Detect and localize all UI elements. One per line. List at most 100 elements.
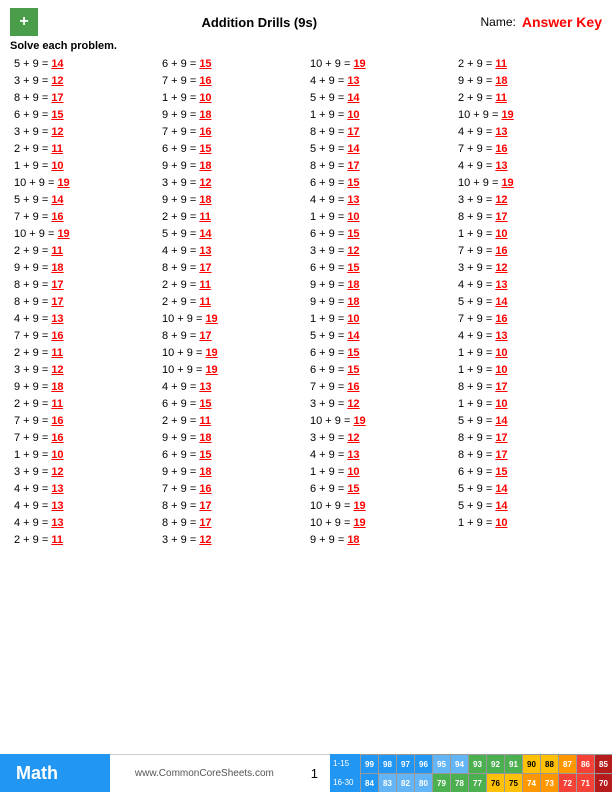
problem-answer: 10 [495,228,507,240]
problem-answer: 15 [199,58,211,70]
problem-item: 3 + 9 = 12 [454,260,602,276]
problem-item: 3 + 9 = 12 [454,192,602,208]
problem-answer: 13 [495,279,507,291]
problem-answer: 13 [495,126,507,138]
problem-answer: 10 [51,449,63,461]
page: + Addition Drills (9s) Name: Answer Key … [0,0,612,792]
score-range-label: 1-15 [330,754,360,773]
logo: + [10,8,38,36]
problem-item: 7 + 9 = 16 [306,379,454,395]
problem-answer: 12 [495,194,507,206]
problem-answer: 13 [347,449,359,461]
problem-item: 6 + 9 = 15 [306,481,454,497]
footer: Math www.CommonCoreSheets.com 1 1-159998… [0,754,612,792]
problem-item: 8 + 9 = 17 [454,430,602,446]
problem-item: 8 + 9 = 17 [158,328,306,344]
problem-answer: 19 [57,228,69,240]
problem-answer: 12 [199,534,211,546]
logo-symbol: + [19,13,28,31]
problem-item: 6 + 9 = 15 [10,107,158,123]
problem-answer: 10 [347,211,359,223]
problem-answer: 13 [51,483,63,495]
problem-item: 8 + 9 = 17 [454,379,602,395]
problem-item: 2 + 9 = 11 [158,209,306,225]
problem-answer: 17 [495,211,507,223]
problem-answer: 12 [347,245,359,257]
problem-item: 7 + 9 = 16 [454,311,602,327]
problem-answer: 14 [347,330,359,342]
problem-item: 4 + 9 = 13 [158,379,306,395]
problem-answer: 10 [495,347,507,359]
problem-answer: 13 [51,313,63,325]
problem-answer: 12 [51,126,63,138]
problem-item: 5 + 9 = 14 [158,226,306,242]
problem-item: 3 + 9 = 12 [158,175,306,191]
score-cell: 72 [558,773,576,792]
problem-answer: 16 [199,126,211,138]
problem-answer: 13 [495,330,507,342]
problem-item: 10 + 9 = 19 [158,362,306,378]
problem-answer: 16 [51,432,63,444]
score-cell: 83 [378,773,396,792]
problem-item: 8 + 9 = 17 [306,124,454,140]
problem-item: 6 + 9 = 15 [454,464,602,480]
problem-item: 6 + 9 = 15 [306,362,454,378]
problem-answer: 10 [51,160,63,172]
problem-answer: 17 [199,330,211,342]
problem-item: 6 + 9 = 15 [306,345,454,361]
problem-answer: 15 [347,228,359,240]
problem-item: 5 + 9 = 14 [10,192,158,208]
problem-answer: 15 [199,398,211,410]
problem-answer: 19 [353,415,365,427]
problem-item: 4 + 9 = 13 [306,73,454,89]
problem-item: 9 + 9 = 18 [10,260,158,276]
problem-answer: 14 [51,194,63,206]
problem-answer: 18 [495,75,507,87]
problem-item: 7 + 9 = 16 [158,124,306,140]
problem-item: 9 + 9 = 18 [158,192,306,208]
problem-item: 7 + 9 = 16 [158,481,306,497]
problem-answer: 17 [495,449,507,461]
problem-answer: 16 [495,245,507,257]
problem-item: 1 + 9 = 10 [158,90,306,106]
problem-answer: 12 [51,364,63,376]
problem-item: 6 + 9 = 15 [158,56,306,72]
problem-item: 5 + 9 = 14 [454,294,602,310]
score-cell: 87 [558,754,576,773]
problem-answer: 14 [347,143,359,155]
problem-item: 10 + 9 = 19 [158,345,306,361]
problem-answer: 17 [199,262,211,274]
problem-answer: 10 [495,364,507,376]
problem-answer: 18 [347,296,359,308]
problem-item: 6 + 9 = 15 [306,226,454,242]
problem-answer: 11 [51,347,63,359]
problem-item: 9 + 9 = 18 [10,379,158,395]
problem-item: 8 + 9 = 17 [158,260,306,276]
score-cell: 70 [594,773,612,792]
problem-answer: 12 [347,398,359,410]
score-cell: 96 [414,754,432,773]
problem-answer: 16 [495,143,507,155]
problem-answer: 14 [495,483,507,495]
problem-answer: 18 [51,262,63,274]
problem-item: 9 + 9 = 18 [158,430,306,446]
problem-item: 5 + 9 = 14 [454,481,602,497]
problem-answer: 11 [495,58,507,70]
score-cell: 74 [522,773,540,792]
problem-item: 1 + 9 = 10 [306,464,454,480]
problem-answer: 12 [51,75,63,87]
problem-answer: 14 [347,92,359,104]
problem-item: 9 + 9 = 18 [158,158,306,174]
problem-item: 10 + 9 = 19 [158,311,306,327]
problem-item: 9 + 9 = 18 [306,532,454,548]
problem-item: 1 + 9 = 10 [454,226,602,242]
problem-answer: 19 [205,313,217,325]
problem-answer: 11 [51,143,63,155]
score-cell: 78 [450,773,468,792]
problem-answer: 18 [199,109,211,121]
problems-grid: 5 + 9 = 146 + 9 = 1510 + 9 = 192 + 9 = 1… [10,56,602,548]
problem-answer: 19 [57,177,69,189]
problem-answer: 13 [199,381,211,393]
score-cell: 73 [540,773,558,792]
score-cell: 82 [396,773,414,792]
